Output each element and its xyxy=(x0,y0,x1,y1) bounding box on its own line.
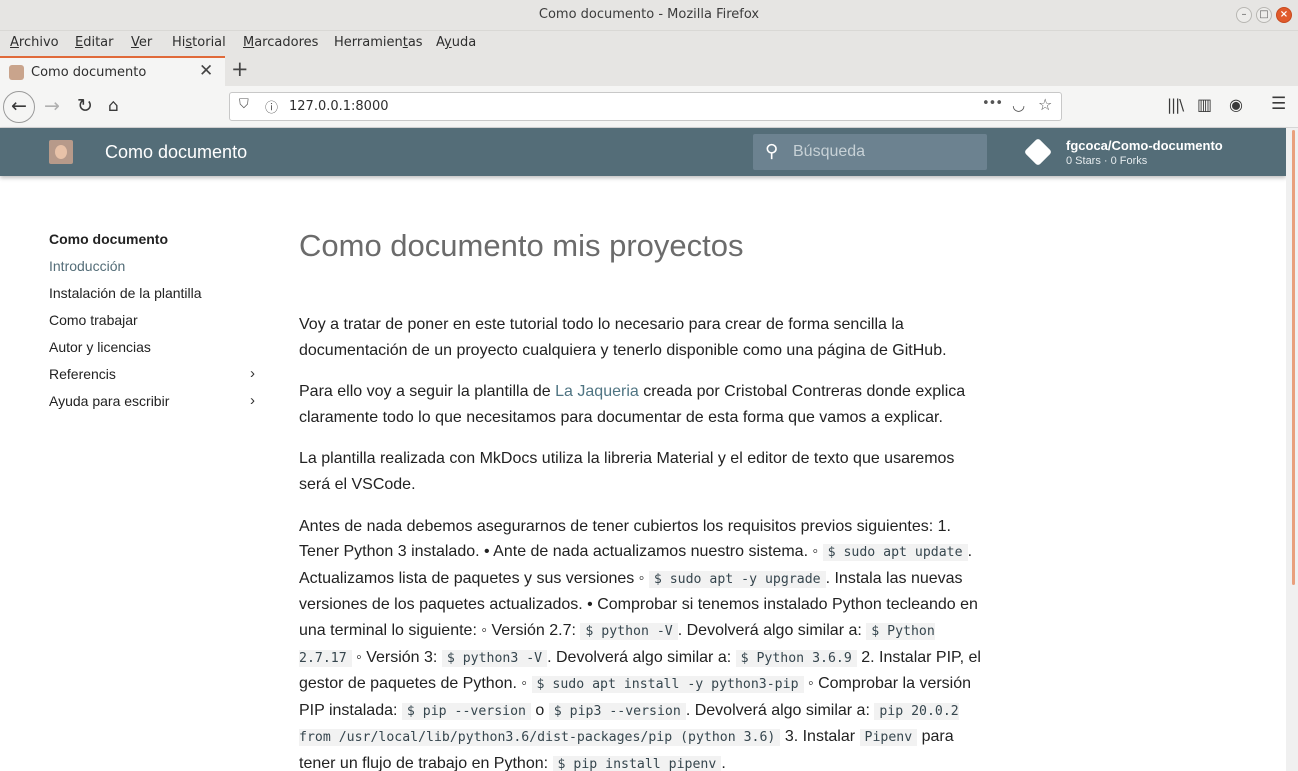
menu-ayuda[interactable]: Ayuda xyxy=(436,35,476,50)
sidebar-item-autor[interactable]: Autor y licencias xyxy=(49,338,259,365)
repo-stats: 0 Stars · 0 Forks xyxy=(1066,155,1148,167)
inline-code: $ python -V xyxy=(580,622,678,640)
sidebar-toggle-icon[interactable]: ▥ xyxy=(1197,95,1212,114)
sidebar-item-label: Instalación de la plantilla xyxy=(49,285,202,301)
close-tab-icon[interactable]: ✕ xyxy=(199,61,213,81)
sidebar-item-como-trabajar[interactable]: Como trabajar xyxy=(49,311,259,338)
tracking-shield-icon[interactable]: ⛉ xyxy=(239,97,249,112)
chevron-right-icon[interactable]: › xyxy=(250,365,255,383)
new-tab-icon[interactable]: + xyxy=(231,57,249,81)
paragraph-text: . xyxy=(721,754,726,771)
inline-code: $ sudo apt -y upgrade xyxy=(648,570,826,588)
search-input[interactable] xyxy=(793,134,983,170)
minimize-icon[interactable]: – xyxy=(1236,7,1252,23)
account-icon[interactable]: ◉ xyxy=(1229,95,1243,114)
site-favicon-icon xyxy=(9,65,24,80)
reload-icon[interactable]: ↻ xyxy=(77,95,93,117)
inline-code: $ pip --version xyxy=(401,702,531,720)
site-title: Como documento xyxy=(105,142,248,162)
window-titlebar: Como documento - Mozilla Firefox – □ × xyxy=(0,0,1298,31)
sidebar-item-label: Referencis xyxy=(49,366,116,382)
inline-code: $ sudo apt install -y python3-pip xyxy=(531,676,804,694)
forward-arrow-icon[interactable]: → xyxy=(44,95,60,117)
back-arrow-icon[interactable]: ← xyxy=(3,91,35,123)
paragraph-text: . Devolverá algo similar a: xyxy=(685,701,875,719)
menu-historial[interactable]: Historial xyxy=(172,35,226,50)
sidebar-item-label: Autor y licencias xyxy=(49,339,151,355)
menu-bar: Archivo Editar Ver Historial Marcadores … xyxy=(0,31,1298,56)
paragraph-text: o xyxy=(530,701,549,719)
sidebar-item-ayuda-escribir[interactable]: Ayuda para escribir › xyxy=(49,392,259,419)
site-info-icon[interactable]: ⓘ xyxy=(265,97,278,116)
scrollbar-thumb[interactable] xyxy=(1292,130,1295,585)
paragraph-text: 3. Instalar xyxy=(780,728,860,746)
sidebar-title: Como documento xyxy=(49,231,168,247)
tab-como-documento[interactable]: Como documento ✕ xyxy=(0,56,225,86)
site-header: Como documento ⚲ fgcoca/Como-documento 0… xyxy=(0,128,1286,176)
search-box[interactable]: ⚲ xyxy=(753,134,987,170)
sidebar-item-referencis[interactable]: Referencis › xyxy=(49,365,259,392)
tab-bar: Como documento ✕ + xyxy=(0,56,1298,86)
git-icon xyxy=(1023,137,1053,167)
sidebar-item-label: Ayuda para escribir xyxy=(49,393,170,409)
paragraph-text: ◦ Versión 3: xyxy=(351,648,442,666)
menu-marcadores[interactable]: Marcadores xyxy=(243,35,318,50)
intro-paragraph: Voy a tratar de poner en este tutorial t… xyxy=(299,316,947,359)
menu-editar[interactable]: Editar xyxy=(75,35,114,50)
tab-label: Como documento xyxy=(31,65,147,80)
search-icon: ⚲ xyxy=(765,141,779,162)
repo-link[interactable]: fgcoca/Como-documento 0 Stars · 0 Forks xyxy=(1023,136,1248,170)
inline-code: $ python3 -V xyxy=(441,649,548,667)
requirements-paragraph: Antes de nada debemos asegurarnos de ten… xyxy=(299,514,989,771)
main-content: Como documento mis proyectos Voy a trata… xyxy=(299,226,989,771)
hamburger-menu-icon[interactable]: ☰ xyxy=(1271,94,1286,114)
address-bar[interactable]: ⛉ ⓘ 127.0.0.1:8000 ••• ◡ ☆ xyxy=(229,92,1062,121)
inline-code: Pipenv xyxy=(859,729,918,747)
sidebar-item-instalacion[interactable]: Instalación de la plantilla xyxy=(49,284,259,311)
inline-code: $ pip3 --version xyxy=(548,702,686,720)
inline-code: $ Python 3.6.9 xyxy=(735,649,857,667)
paragraph-text: Para ello voy a seguir la plantilla de xyxy=(299,383,556,401)
bookmark-star-icon[interactable]: ☆ xyxy=(1038,95,1052,114)
menu-ver[interactable]: Ver xyxy=(131,35,152,50)
sidebar-item-label: Como trabajar xyxy=(49,312,138,328)
mkdocs-paragraph: La plantilla realizada con MkDocs utiliz… xyxy=(299,450,955,493)
menu-herramientas[interactable]: Herramientas xyxy=(334,35,423,50)
navigation-bar: ← → ↻ ⌂ ⛉ ⓘ 127.0.0.1:8000 ••• ◡ ☆ |||\ … xyxy=(0,86,1298,128)
sidebar-item-label: Introducción xyxy=(49,258,126,274)
library-icon[interactable]: |||\ xyxy=(1167,96,1184,114)
maximize-icon[interactable]: □ xyxy=(1256,7,1272,23)
template-paragraph: Para ello voy a seguir la plantilla de L… xyxy=(299,379,989,430)
repo-name: fgcoca/Como-documento xyxy=(1066,138,1223,153)
paragraph-text: . Devolverá algo similar a: xyxy=(677,621,867,639)
window-title: Como documento - Mozilla Firefox xyxy=(538,7,760,22)
url-text[interactable]: 127.0.0.1:8000 xyxy=(289,99,389,114)
sidebar-nav: Como documento Introducción Instalación … xyxy=(49,230,259,419)
home-icon[interactable]: ⌂ xyxy=(108,96,119,116)
pocket-icon[interactable]: ◡ xyxy=(1012,96,1025,114)
paragraph-text: . Devolverá algo similar a: xyxy=(547,648,736,666)
site-logo-icon[interactable] xyxy=(49,140,73,164)
close-window-icon[interactable]: × xyxy=(1276,7,1292,23)
inline-code: $ sudo apt update xyxy=(822,544,968,562)
sidebar-item-introduccion[interactable]: Introducción xyxy=(49,257,259,284)
page-title: Como documento mis proyectos xyxy=(299,228,744,263)
page-actions-icon[interactable]: ••• xyxy=(982,96,1003,111)
chevron-right-icon[interactable]: › xyxy=(250,392,255,410)
inline-code: $ pip install pipenv xyxy=(552,755,722,771)
la-jaqueria-link[interactable]: La Jaqueria xyxy=(555,383,639,400)
menu-archivo[interactable]: Archivo xyxy=(10,35,59,50)
